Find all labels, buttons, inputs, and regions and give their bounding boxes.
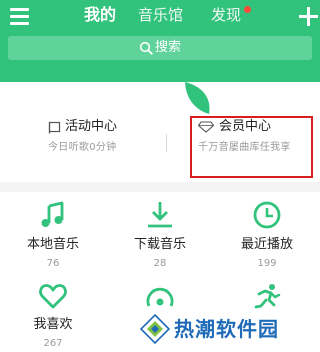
app-header: 我的 音乐馆 发现 搜索 bbox=[0, 0, 320, 82]
grid-item-label: 本地音乐 bbox=[26, 237, 79, 252]
activity-center-label: 活动中心 bbox=[65, 119, 118, 134]
music-note-icon bbox=[41, 201, 64, 227]
tab-music-hall[interactable]: 音乐馆 bbox=[138, 5, 183, 25]
top-bar: 我的 音乐馆 发现 bbox=[0, 0, 320, 34]
card-divider bbox=[166, 134, 167, 152]
menu-icon[interactable] bbox=[8, 6, 32, 26]
section-separator bbox=[0, 182, 320, 192]
grid-item-label: 下载音乐 bbox=[133, 237, 186, 252]
search-icon bbox=[139, 41, 153, 55]
grid-item-label: 我喜欢 bbox=[33, 317, 73, 332]
clock-icon bbox=[253, 201, 281, 229]
leaf-icon bbox=[185, 82, 210, 114]
tab-discover[interactable]: 发现 bbox=[211, 5, 241, 25]
flag-icon bbox=[48, 121, 61, 133]
grid-item-playlist[interactable] bbox=[107, 282, 213, 312]
activity-center-title: 活动中心 bbox=[48, 118, 188, 136]
grid-item-count: 199 bbox=[257, 258, 277, 269]
grid-item-running[interactable] bbox=[214, 282, 320, 312]
add-icon[interactable] bbox=[298, 6, 320, 28]
search-bar[interactable]: 搜索 bbox=[8, 36, 312, 60]
grid-item-count: 76 bbox=[46, 258, 60, 269]
grid-item-label: 最近播放 bbox=[240, 237, 293, 252]
activity-center-card[interactable]: 活动中心 今日听歌0分钟 bbox=[48, 118, 188, 172]
logo-icon bbox=[140, 314, 170, 344]
notification-badge bbox=[244, 6, 251, 13]
tab-mine[interactable]: 我的 bbox=[84, 5, 116, 25]
activity-center-subtitle: 今日听歌0分钟 bbox=[48, 142, 117, 153]
watermark: 热潮软件园 bbox=[140, 310, 320, 348]
search-placeholder: 搜索 bbox=[154, 40, 181, 55]
download-icon bbox=[148, 202, 172, 228]
grid-item-local-music[interactable]: 本地音乐 76 bbox=[0, 200, 106, 271]
grid-item-favorites[interactable]: 我喜欢 267 bbox=[0, 282, 106, 351]
playlist-icon bbox=[146, 287, 174, 307]
search-content: 搜索 bbox=[8, 36, 312, 60]
grid-item-count: 28 bbox=[153, 258, 167, 269]
highlight-box bbox=[190, 116, 313, 178]
grid-item-recent-play[interactable]: 最近播放 199 bbox=[214, 200, 320, 271]
watermark-text: 热潮软件园 bbox=[174, 317, 279, 341]
running-icon bbox=[254, 284, 281, 309]
grid-item-downloads[interactable]: 下载音乐 28 bbox=[107, 200, 213, 271]
heart-icon bbox=[39, 284, 67, 309]
grid-item-count: 267 bbox=[43, 338, 63, 349]
